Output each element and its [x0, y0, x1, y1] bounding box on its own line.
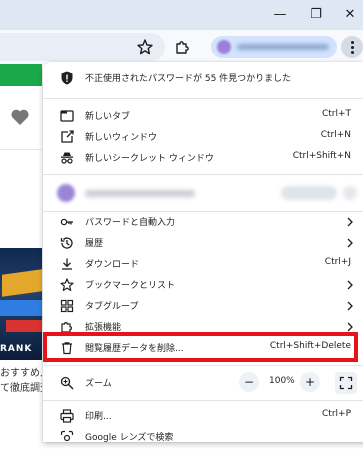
menu-item-label: ブックマークとリスト	[85, 281, 176, 291]
menu-separator	[43, 365, 363, 366]
site-header-bar	[0, 64, 42, 86]
shortcut-text: Ctrl+Shift+N	[292, 151, 351, 161]
menu-item-label: 印刷...	[85, 412, 112, 422]
zoom-in-button[interactable]: +	[300, 372, 320, 392]
password-alert-item[interactable]: 不正使用されたパスワードが 55 件見つかりました	[43, 66, 363, 90]
banner-graphic	[6, 320, 42, 332]
menu-item-label: ダウンロード	[85, 260, 140, 270]
heart-icon[interactable]	[9, 106, 31, 128]
history-icon	[60, 237, 73, 249]
fullscreen-icon	[339, 376, 353, 390]
menu-item-label: 新しいシークレット ウィンドウ	[85, 154, 214, 164]
shortcut-text: Ctrl+T	[321, 109, 351, 119]
google-lens-icon	[60, 430, 74, 442]
minimize-button[interactable]: —	[270, 5, 290, 25]
zoom-icon	[60, 376, 74, 390]
menu-dot	[351, 46, 354, 49]
divider	[0, 149, 42, 150]
chevron-right-icon	[347, 280, 353, 290]
minimize-icon: —	[273, 7, 287, 22]
menu-item-label: 新しいタブ	[85, 112, 131, 122]
maximize-button[interactable]: ❐	[306, 5, 326, 25]
article-text[interactable]: て徹底調査	[0, 379, 42, 394]
article-banner-image[interactable]: RANK	[0, 248, 42, 360]
printer-icon	[60, 409, 74, 423]
menu-item-label: Google レンズで検索	[85, 433, 174, 443]
profile-action-blurred	[343, 186, 357, 200]
avatar	[217, 40, 231, 54]
title-bar: — ❐ ✕	[0, 0, 363, 30]
chevron-right-icon	[347, 238, 353, 248]
menu-separator	[43, 98, 363, 99]
new-window-icon	[61, 130, 74, 143]
menu-item-google-lens[interactable]: Google レンズで検索	[43, 425, 363, 449]
incognito-icon	[61, 152, 73, 164]
menu-item-label: タブグループ	[85, 302, 139, 312]
menu-dot	[351, 41, 354, 44]
shortcut-text: Ctrl+J	[324, 257, 351, 267]
tab-groups-icon	[60, 299, 74, 313]
close-icon: ✕	[344, 7, 356, 22]
profile-status-blurred	[281, 186, 337, 200]
chrome-main-menu: 不正使用されたパスワードが 55 件見つかりました 新しいタブ Ctrl+T 新…	[43, 62, 363, 443]
plus-icon: +	[304, 375, 316, 389]
menu-item-label: 新しいウィンドウ	[85, 133, 158, 143]
download-icon	[62, 258, 72, 270]
close-button[interactable]: ✕	[340, 5, 360, 25]
profile-chip[interactable]	[211, 36, 337, 58]
banner-graphic	[0, 300, 42, 316]
menu-item-zoom: ズーム − 100% +	[43, 371, 363, 395]
shortcut-text: Ctrl+P	[322, 409, 351, 419]
zoom-level: 100%	[269, 376, 295, 386]
menu-item-label: 履歴	[85, 239, 104, 249]
menu-item-label: パスワードと自動入力	[85, 218, 176, 228]
shortcut-text: Ctrl+N	[320, 130, 351, 140]
bookmark-star-icon	[60, 278, 74, 291]
profile-name-blurred	[237, 44, 329, 50]
zoom-out-button[interactable]: −	[239, 372, 259, 392]
menu-dot	[351, 51, 354, 54]
chrome-menu-button[interactable]	[341, 36, 363, 58]
article-text[interactable]: おすすめ人	[0, 364, 42, 379]
minus-icon: −	[243, 375, 255, 389]
menu-item-incognito[interactable]: 新しいシークレット ウィンドウ Ctrl+Shift+N	[43, 146, 363, 170]
menu-item-label: ズーム	[85, 379, 112, 389]
browser-toolbar	[0, 30, 363, 64]
fullscreen-button[interactable]	[335, 372, 357, 394]
banner-text: RANK	[0, 344, 33, 354]
extensions-puzzle-icon[interactable]	[174, 38, 192, 56]
profile-name-blurred	[85, 190, 195, 197]
chevron-right-icon	[347, 301, 353, 311]
key-icon	[60, 218, 73, 226]
chevron-right-icon	[347, 217, 353, 227]
highlight-box	[43, 332, 358, 362]
menu-separator	[43, 174, 363, 175]
shield-alert-icon	[61, 71, 73, 85]
avatar	[57, 184, 75, 202]
maximize-icon: ❐	[310, 7, 322, 22]
menu-profile-row[interactable]	[43, 177, 363, 209]
menu-item-label: 不正使用されたパスワードが 55 件見つかりました	[85, 74, 292, 84]
menu-separator	[43, 400, 363, 401]
banner-graphic	[2, 269, 42, 297]
new-tab-icon	[60, 110, 74, 122]
bookmark-star-icon[interactable]	[136, 38, 154, 56]
